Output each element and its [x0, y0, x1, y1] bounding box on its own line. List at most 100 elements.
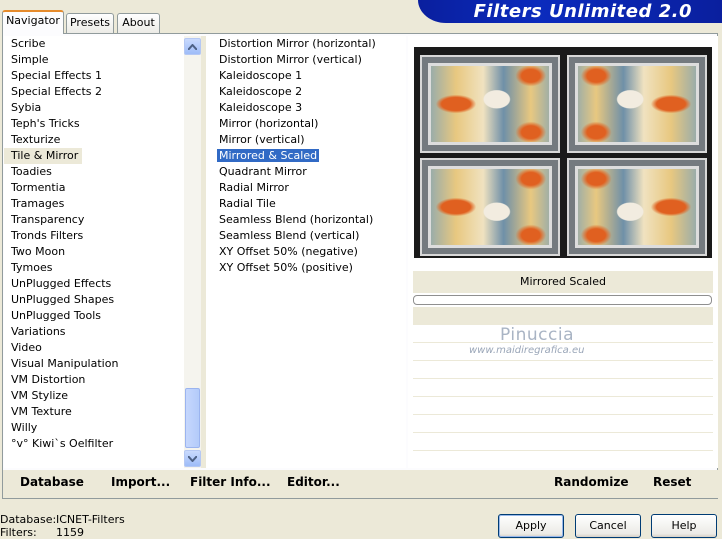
parameter-slot [413, 361, 713, 379]
category-label: VM Texture [11, 405, 72, 418]
parameter-slot [413, 307, 713, 325]
filter-item[interactable]: XY Offset 50% (positive) [206, 260, 406, 276]
tab-navigator[interactable]: Navigator [2, 10, 64, 34]
category-label: Special Effects 1 [11, 69, 103, 82]
category-item[interactable]: Variations [4, 324, 184, 340]
category-item[interactable]: Tile & Mirror [4, 148, 184, 164]
preview-tile [567, 55, 707, 153]
category-label: Special Effects 2 [11, 85, 103, 98]
category-item[interactable]: UnPlugged Effects [4, 276, 184, 292]
parameter-slot [413, 379, 713, 397]
category-label: Sybia [11, 101, 42, 114]
filter-item[interactable]: Kaleidoscope 2 [206, 84, 406, 100]
preview-tile [420, 158, 560, 256]
category-label: Texturize [11, 133, 61, 146]
category-item[interactable]: Toadies [4, 164, 184, 180]
category-scrollbar[interactable] [184, 36, 201, 468]
filter-label: Mirrored & Scaled [217, 149, 320, 162]
category-item[interactable]: Simple [4, 52, 184, 68]
filter-item[interactable]: Quadrant Mirror [206, 164, 406, 180]
category-item[interactable]: VM Stylize [4, 388, 184, 404]
category-label: Tormentia [11, 181, 66, 194]
category-item[interactable]: Transparency [4, 212, 184, 228]
category-label: UnPlugged Shapes [11, 293, 115, 306]
category-item[interactable]: Teph's Tricks [4, 116, 184, 132]
database-button[interactable]: Database [20, 475, 84, 489]
category-label: Two Moon [11, 245, 66, 258]
reset-button[interactable]: Reset [653, 475, 691, 489]
filter-label: XY Offset 50% (negative) [219, 245, 358, 258]
category-item[interactable]: Texturize [4, 132, 184, 148]
cancel-button[interactable]: Cancel [575, 514, 641, 538]
category-item[interactable]: Scribe [4, 36, 184, 52]
category-item[interactable]: UnPlugged Tools [4, 308, 184, 324]
scroll-thumb[interactable] [185, 388, 200, 448]
filter-item[interactable]: Kaleidoscope 1 [206, 68, 406, 84]
filters-label: Filters: [0, 526, 37, 539]
category-label: Transparency [11, 213, 85, 226]
parameter-slot [413, 397, 713, 415]
filter-list[interactable]: Distortion Mirror (horizontal) Distortion… [206, 36, 406, 468]
editor-button[interactable]: Editor... [287, 475, 340, 489]
filter-label: Seamless Blend (horizontal) [219, 213, 374, 226]
preview-tile [420, 55, 560, 153]
category-item[interactable]: Willy [4, 420, 184, 436]
tab-presets[interactable]: Presets [66, 13, 114, 33]
category-item[interactable]: UnPlugged Shapes [4, 292, 184, 308]
filters-count: 1159 [56, 526, 84, 539]
filter-item[interactable]: Distortion Mirror (vertical) [206, 52, 406, 68]
chevron-down-icon [188, 455, 197, 462]
category-label: Tramages [11, 197, 65, 210]
filter-item[interactable]: Mirror (horizontal) [206, 116, 406, 132]
watermark-name: Pinuccia [500, 325, 574, 345]
parameter-slot [413, 415, 713, 433]
category-item[interactable]: VM Distortion [4, 372, 184, 388]
preview-tile [567, 158, 707, 256]
randomize-button[interactable]: Randomize [554, 475, 628, 489]
category-item[interactable]: Special Effects 1 [4, 68, 184, 84]
filter-label: Kaleidoscope 1 [219, 69, 303, 82]
category-item[interactable]: Tormentia [4, 180, 184, 196]
category-label: Scribe [11, 37, 46, 50]
import-button[interactable]: Import... [111, 475, 170, 489]
filter-label: XY Offset 50% (positive) [219, 261, 353, 274]
filter-item[interactable]: Radial Mirror [206, 180, 406, 196]
filter-label: Mirror (vertical) [219, 133, 305, 146]
scroll-up-button[interactable] [184, 38, 201, 55]
filter-item[interactable]: Distortion Mirror (horizontal) [206, 36, 406, 52]
filter-label: Distortion Mirror (vertical) [219, 53, 362, 66]
category-list[interactable]: Scribe Simple Special Effects 1 Special Eff… [4, 36, 184, 468]
help-button[interactable]: Help [651, 514, 717, 538]
filter-label: Seamless Blend (vertical) [219, 229, 360, 242]
filter-item[interactable]: Mirrored & Scaled [206, 148, 406, 164]
category-item[interactable]: Visual Manipulation [4, 356, 184, 372]
scroll-down-button[interactable] [184, 450, 201, 467]
filter-item[interactable]: Radial Tile [206, 196, 406, 212]
category-label: VM Distortion [11, 373, 86, 386]
tab-about[interactable]: About [117, 13, 160, 33]
filter-item[interactable]: Seamless Blend (vertical) [206, 228, 406, 244]
category-item[interactable]: °v° Kiwi`s Oelfilter [4, 436, 184, 452]
category-item[interactable]: Special Effects 2 [4, 84, 184, 100]
filter-item[interactable]: Mirror (vertical) [206, 132, 406, 148]
database-label: Database: [0, 513, 57, 526]
category-item[interactable]: VM Texture [4, 404, 184, 420]
category-label: Tymoes [11, 261, 53, 274]
category-label: Willy [11, 421, 38, 434]
category-item[interactable]: Video [4, 340, 184, 356]
filter-item[interactable]: Seamless Blend (horizontal) [206, 212, 406, 228]
category-item[interactable]: Tymoes [4, 260, 184, 276]
category-item[interactable]: Two Moon [4, 244, 184, 260]
category-label: Video [11, 341, 42, 354]
filter-label: Radial Tile [219, 197, 276, 210]
filter-item[interactable]: Kaleidoscope 3 [206, 100, 406, 116]
category-item[interactable]: Sybia [4, 100, 184, 116]
filter-info-button[interactable]: Filter Info... [190, 475, 271, 489]
category-item[interactable]: Tramages [4, 196, 184, 212]
filter-label: Distortion Mirror (horizontal) [219, 37, 376, 50]
category-label: VM Stylize [11, 389, 68, 402]
filter-label: Quadrant Mirror [219, 165, 307, 178]
filter-item[interactable]: XY Offset 50% (negative) [206, 244, 406, 260]
apply-button[interactable]: Apply [498, 514, 564, 538]
category-item[interactable]: Tronds Filters [4, 228, 184, 244]
